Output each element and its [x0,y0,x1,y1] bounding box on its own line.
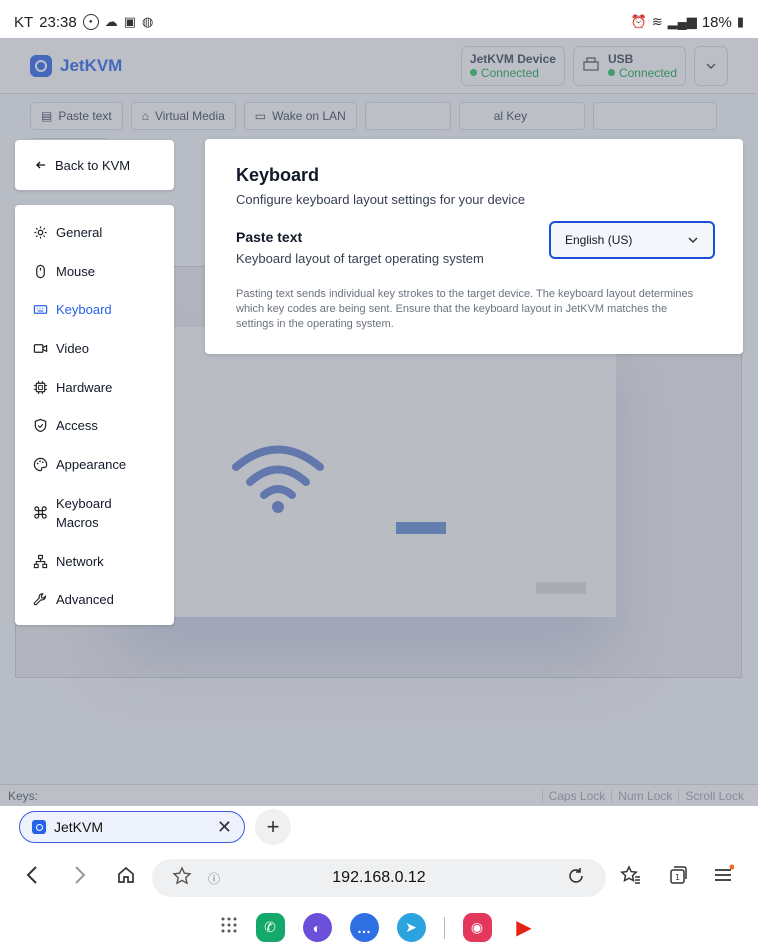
tabs-icon[interactable]: 1 [666,864,688,892]
shield-icon [34,419,47,433]
settings-sidebar: General Mouse Keyboard Video Hardware Ac… [15,205,174,625]
arrow-left-icon [36,161,45,169]
home-icon[interactable] [116,865,136,891]
phone-app-icon[interactable]: ✆ [255,913,285,942]
url-text: 192.168.0.12 [332,869,426,886]
sidebar-item-network[interactable]: Network [15,542,174,581]
command-icon [34,506,47,520]
battery-icon: ▮ [736,14,744,29]
app-dock: ✆ ◐ … ➤ ◉ ▶ [0,908,758,947]
bookmarks-icon[interactable] [620,864,642,892]
page-title: Keyboard [236,165,320,185]
tab-favicon-icon [32,820,46,834]
browser-app-icon[interactable]: ◐ [302,913,332,942]
sidebar-item-access[interactable]: Access [15,406,174,445]
paste-text-setting: Paste text Keyboard layout of target ope… [236,221,715,273]
url-field[interactable]: ⓘ 192.168.0.12 [152,859,606,897]
clock: 23:38 [39,13,77,31]
browser-tab-strip: JetKVM ✕ + [0,806,758,848]
selected-layout: English (US) [565,233,633,247]
tab-title: JetKVM [54,819,104,835]
keyboard-layout-select[interactable]: English (US) [549,221,715,259]
page-description: Configure keyboard layout settings for y… [236,192,526,207]
chevron-down-icon [688,237,698,244]
sidebar-item-keyboard-macros[interactable]: Keyboard Macros [15,484,174,542]
back-arrow-icon[interactable] [24,865,40,891]
sidebar-item-advanced[interactable]: Advanced [15,581,174,620]
vpn-notification-icon: ◍ [142,14,154,29]
new-tab-button[interactable]: + [255,809,291,845]
camera-app-icon[interactable]: ◉ [462,913,492,942]
layout-note: Pasting text sends individual key stroke… [236,288,694,330]
close-tab-icon[interactable]: ✕ [217,817,232,838]
keyboard-settings-panel: Keyboard Configure keyboard layout setti… [205,139,743,354]
youtube-app-icon[interactable]: ▶ [509,913,539,942]
forward-arrow-icon[interactable] [72,865,88,891]
app-drawer-icon[interactable] [220,916,238,939]
telegram-app-icon[interactable]: ➤ [396,913,426,942]
wifi-status-icon: ≋ [651,14,663,29]
sidebar-item-appearance[interactable]: Appearance [15,445,174,484]
reload-icon[interactable] [566,866,586,891]
gear-icon [34,226,47,239]
sidebar-item-mouse[interactable]: Mouse [15,252,174,291]
network-icon [33,554,48,568]
browser-tab[interactable]: JetKVM ✕ [19,811,245,843]
dock-divider [443,916,445,939]
back-to-kvm-button[interactable]: Back to KVM [15,140,174,190]
sidebar-item-hardware[interactable]: Hardware [15,368,174,407]
signal-icon: ▂▄▆ [667,14,697,29]
browser-address-bar: ⓘ 192.168.0.12 1 [0,848,758,908]
talk-notification-icon: ● [82,14,99,30]
carrier-label: KT [14,13,34,31]
keyboard-icon [33,305,48,315]
sidebar-item-general[interactable]: General [15,213,174,252]
chip-icon [33,380,48,394]
alarm-icon: ⏰ [630,14,647,29]
menu-icon[interactable] [712,864,735,892]
svg-text:1: 1 [675,873,680,882]
wrench-icon [33,593,46,606]
plus-icon: + [266,814,280,839]
mouse-icon [36,264,45,278]
battery-level: 18% [701,13,732,31]
sidebar-item-keyboard[interactable]: Keyboard [15,290,174,329]
media-notification-icon: ▣ [123,14,137,29]
sidebar-item-video[interactable]: Video [15,329,174,368]
app-notification-icon: ☁ [104,14,118,29]
video-icon [33,344,48,353]
messages-app-icon[interactable]: … [349,913,379,942]
palette-icon [33,457,48,472]
